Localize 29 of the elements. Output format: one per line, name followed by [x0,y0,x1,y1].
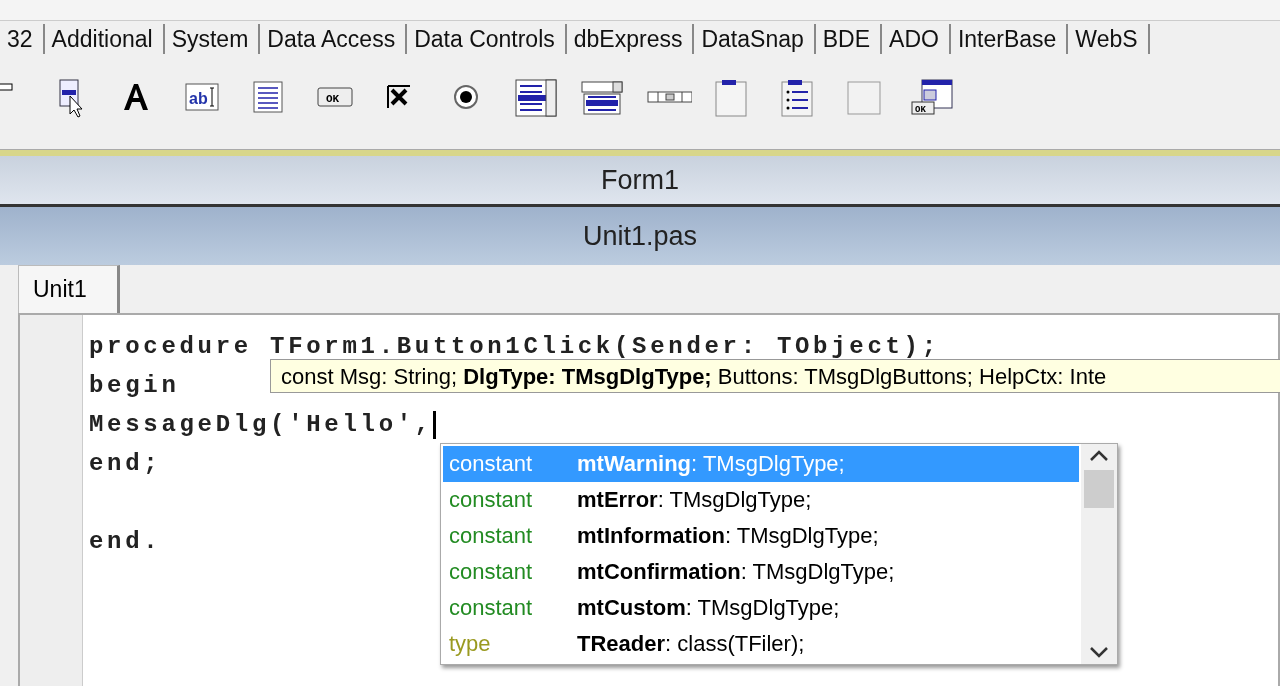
listbox-component-icon[interactable] [514,78,560,120]
palette-tab[interactable]: 32 [0,24,45,54]
code-line: MessageDlg('Hello', [89,410,433,440]
palette-tab[interactable]: ADO [879,24,951,54]
completion-item[interactable]: constant mtError: TMsgDlgType; [443,482,1079,518]
palette-tab[interactable]: InterBase [947,24,1069,54]
palette-tab[interactable]: Data Controls [404,24,567,54]
code-line: end. [89,527,162,557]
text-caret [432,410,436,439]
scrollbar-thumb[interactable] [1084,470,1114,508]
completion-item[interactable]: constant mtCustom: TMsgDlgType; [443,590,1079,626]
palette-tab[interactable]: dbExpress [563,24,695,54]
scroll-down-icon[interactable] [1087,644,1111,660]
palette-tab[interactable]: Data Access [257,24,408,54]
window-title: Form1 [601,164,679,196]
palette-tab[interactable]: Additional [41,24,165,54]
palette-tab[interactable]: System [161,24,261,54]
parameter-hint: const Msg: String; DlgType: TMsgDlgType; Buttons: TMsgDlgButtons; HelpCtx: Inte [270,359,1280,393]
window-title: Unit1.pas [582,220,698,252]
palette-tab[interactable]: WebS [1065,24,1150,54]
completion-item[interactable]: constant mtConfirmation: TMsgDlgType; [443,554,1079,590]
code-line: procedure TForm1.Button1Click(Sender: TObject); [89,332,940,362]
palette-tab[interactable]: BDE [812,24,883,54]
palette-tab[interactable]: DataSnap [691,24,816,54]
code-line: end; [89,449,162,479]
completion-item[interactable]: type TReader: class(TFiler); [443,626,1079,662]
completion-item[interactable]: constant mtInformation: TMsgDlgType; [443,518,1079,554]
editor-tab[interactable]: Unit1 [18,265,120,313]
code-line: begin [89,371,180,401]
